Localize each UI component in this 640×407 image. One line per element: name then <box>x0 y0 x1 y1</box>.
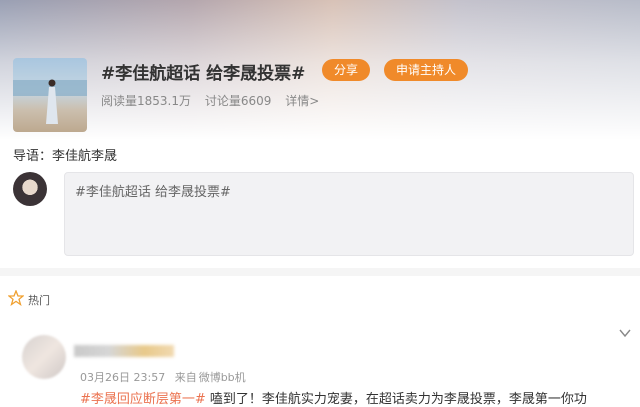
discussion-count: 讨论量6609 <box>204 94 272 108</box>
post-source-prefix: 来自 <box>174 371 197 384</box>
post-hashtag[interactable]: #李晟回应断层第一# <box>80 392 206 407</box>
topic-stats: 阅读量1853.1万 讨论量6609 详情> <box>101 92 329 109</box>
read-count: 阅读量1853.1万 <box>101 94 191 108</box>
post-date: 03月26日 23:57 <box>80 371 166 384</box>
post-source[interactable]: 微博bb机 <box>199 371 246 384</box>
topic-cover-image <box>13 58 87 132</box>
share-button[interactable]: 分享 <box>322 59 371 81</box>
post-meta: 03月26日 23:57 来自 微博bb机 <box>80 369 252 385</box>
post-author-name-blurred[interactable] <box>74 345 174 357</box>
topic-intro: 导语：李佳航李晟 <box>13 149 118 164</box>
details-link[interactable]: 详情> <box>285 94 319 108</box>
chevron-down-icon[interactable] <box>618 326 632 340</box>
topic-header-background <box>0 0 640 140</box>
hot-tab-label[interactable]: 热门 <box>28 292 50 308</box>
section-divider <box>0 268 640 276</box>
post-body: #李晟回应断层第一# 嗑到了！李佳航实力宠妻，在超话卖力为李晟投票，李晟第一你功 <box>80 388 640 407</box>
compose-box[interactable]: #李佳航超话 给李晟投票# <box>64 172 634 256</box>
current-user-avatar[interactable] <box>13 172 47 206</box>
post-author-avatar[interactable] <box>22 335 66 379</box>
topic-title: #李佳航超话 给李晟投票# <box>101 64 306 84</box>
compose-text: #李佳航超话 给李晟投票# <box>75 185 231 200</box>
apply-host-button[interactable]: 申请主持人 <box>384 59 469 81</box>
post-text: 嗑到了！李佳航实力宠妻，在超话卖力为李晟投票，李晟第一你功 <box>205 392 587 407</box>
star-icon <box>8 290 24 306</box>
